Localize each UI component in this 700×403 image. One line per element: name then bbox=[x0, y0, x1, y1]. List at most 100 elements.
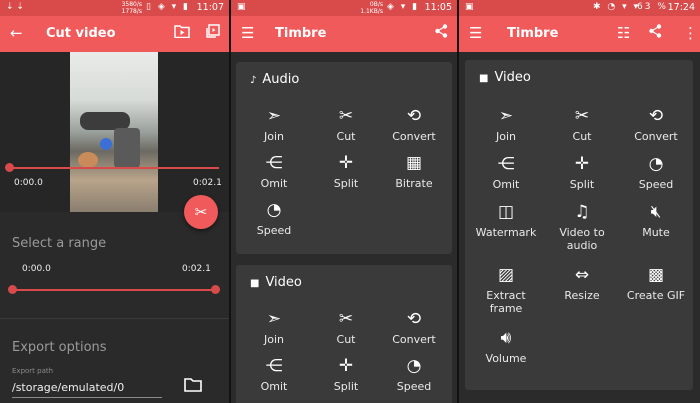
scissors-icon: ✂ bbox=[574, 106, 590, 126]
range-start-handle[interactable] bbox=[8, 285, 17, 294]
video-card-title: ■ Video bbox=[250, 275, 302, 290]
export-path-input[interactable]: /storage/emulated/0 bbox=[12, 381, 124, 394]
video-library-icon[interactable] bbox=[206, 24, 220, 42]
tool-omit[interactable]: ⋲ Omit bbox=[237, 356, 311, 393]
tool-split[interactable]: ✛ Split bbox=[309, 153, 383, 190]
folder-icon[interactable] bbox=[184, 377, 202, 392]
image-icon: ▨ bbox=[497, 265, 515, 285]
bitrate-icon: ▦ bbox=[405, 153, 423, 173]
video-camera-icon: ■ bbox=[250, 278, 260, 289]
tool-label: Create GIF bbox=[626, 289, 686, 302]
network-speed: 3580/s 1778/s bbox=[121, 1, 142, 15]
video-folder-icon[interactable] bbox=[174, 24, 190, 42]
tool-extract-frame[interactable]: ▨ Extract frame bbox=[469, 265, 543, 315]
tool-label: Omit bbox=[260, 177, 288, 190]
tool-label: Omit bbox=[260, 380, 288, 393]
tool-label: Extract frame bbox=[486, 289, 526, 315]
tool-label: Speed bbox=[638, 178, 674, 191]
tool-label: Join bbox=[495, 130, 516, 143]
tool-split[interactable]: ✛ Split bbox=[309, 356, 383, 393]
tool-cut[interactable]: ✂ Cut bbox=[309, 106, 383, 143]
download-icon: ⇣ ⇣ bbox=[6, 2, 24, 12]
tool-cut[interactable]: ✂ Cut bbox=[545, 106, 619, 143]
mute-icon: 🔇︎ bbox=[650, 202, 662, 222]
tool-label: Convert bbox=[392, 333, 436, 346]
tool-video-to-audio[interactable]: ♫ Video to audio bbox=[545, 202, 619, 252]
convert-icon: ⟲ bbox=[406, 106, 422, 126]
tool-label: Convert bbox=[634, 130, 678, 143]
scissors-icon: ✂ bbox=[338, 106, 354, 126]
scissors-icon: ✂ bbox=[338, 309, 354, 329]
tool-label: Split bbox=[333, 380, 359, 393]
tool-mute[interactable]: 🔇︎ Mute bbox=[619, 202, 693, 239]
range-slider[interactable] bbox=[12, 289, 216, 291]
gif-icon: ▩ bbox=[647, 265, 665, 285]
tool-split[interactable]: ✛ Split bbox=[545, 154, 619, 191]
tool-label: Volume bbox=[485, 352, 527, 365]
tool-speed[interactable]: ◔ Speed bbox=[619, 154, 693, 191]
split-icon: ✛ bbox=[338, 153, 354, 173]
tool-join[interactable]: ➣ Join bbox=[469, 106, 543, 143]
tool-omit[interactable]: ⋲ Omit bbox=[469, 154, 543, 191]
tool-label: Speed bbox=[256, 224, 292, 237]
video-seek-bar[interactable] bbox=[8, 167, 219, 169]
status-bar: ▣ ✱ ◔ ▾ ▾ 63 % 17:24 bbox=[459, 0, 700, 16]
page-title: Cut video bbox=[46, 26, 116, 41]
app-bar: ☰ Timbre bbox=[231, 16, 457, 52]
tool-label: Join bbox=[263, 333, 284, 346]
tool-create-gif[interactable]: ▩ Create GIF bbox=[619, 265, 693, 302]
timbre-screen-video: ▣ ✱ ◔ ▾ ▾ 63 % 17:24 ☰ Timbre ☷ ⋮ ■ Video… bbox=[459, 0, 700, 403]
tool-speed[interactable]: ◔ Speed bbox=[377, 356, 451, 393]
share-icon[interactable] bbox=[435, 24, 448, 42]
tool-bitrate[interactable]: ▦ Bitrate bbox=[377, 153, 451, 190]
tool-label: Watermark bbox=[475, 226, 537, 239]
resize-icon: ⇔ bbox=[574, 265, 590, 285]
seek-handle[interactable] bbox=[5, 163, 14, 172]
convert-icon: ⟲ bbox=[406, 309, 422, 329]
tool-label: Mute bbox=[642, 226, 670, 239]
menu-icon[interactable]: ☰ bbox=[241, 24, 254, 42]
share-icon[interactable] bbox=[649, 24, 662, 42]
menu-icon[interactable]: ☰ bbox=[469, 24, 482, 42]
video-preview[interactable] bbox=[0, 52, 229, 212]
app-bar: ☰ Timbre ☷ ⋮ bbox=[459, 16, 700, 52]
join-icon: ➣ bbox=[266, 106, 282, 126]
status-icons: ◈ ▾ ▮ bbox=[387, 2, 420, 12]
tool-join[interactable]: ➣ Join bbox=[237, 106, 311, 143]
tool-label: Video to audio bbox=[559, 226, 605, 252]
image-notification-icon: ▣ bbox=[237, 2, 246, 12]
video-start-time: 0:00.0 bbox=[14, 178, 43, 188]
tool-omit[interactable]: ⋲ Omit bbox=[237, 153, 311, 190]
tool-join[interactable]: ➣ Join bbox=[237, 309, 311, 346]
tool-convert[interactable]: ⟲ Convert bbox=[619, 106, 693, 143]
video-card: ■ Video ➣ Join ✂ Cut ⟲ Convert ⋲ Omit ✛ Split ◔ Spee… bbox=[465, 60, 693, 390]
tool-cut[interactable]: ✂ Cut bbox=[309, 309, 383, 346]
tool-label: Omit bbox=[492, 178, 520, 191]
more-vert-icon[interactable]: ⋮ bbox=[683, 24, 698, 42]
scissors-icon: ✂ bbox=[194, 203, 208, 221]
tool-convert[interactable]: ⟲ Convert bbox=[377, 309, 451, 346]
app-title: Timbre bbox=[507, 26, 559, 41]
list-icon[interactable]: ☷ bbox=[617, 24, 630, 42]
omit-icon: ⋲ bbox=[265, 356, 283, 376]
omit-icon: ⋲ bbox=[497, 154, 515, 174]
tool-speed[interactable]: ◔ Speed bbox=[237, 200, 311, 237]
omit-icon: ⋲ bbox=[265, 153, 283, 173]
tool-label: Convert bbox=[392, 130, 436, 143]
tool-watermark[interactable]: ◫ Watermark bbox=[469, 202, 543, 239]
music-note-icon: ♪ bbox=[250, 75, 257, 86]
tool-resize[interactable]: ⇔ Resize bbox=[545, 265, 619, 302]
join-icon: ➣ bbox=[266, 309, 282, 329]
tool-label: Split bbox=[333, 177, 359, 190]
cut-fab-button[interactable]: ✂ bbox=[184, 195, 218, 229]
volume-icon: 🔊︎ bbox=[500, 328, 512, 348]
video-card-title: ■ Video bbox=[479, 70, 531, 85]
speed-icon: ◔ bbox=[648, 154, 664, 174]
range-end-handle[interactable] bbox=[211, 285, 220, 294]
app-bar: ← Cut video bbox=[0, 16, 229, 52]
back-arrow-icon[interactable]: ← bbox=[10, 24, 23, 42]
status-time: 11:07 bbox=[196, 2, 224, 13]
watermark-icon: ◫ bbox=[497, 202, 515, 222]
tool-volume[interactable]: 🔊︎ Volume bbox=[469, 328, 543, 365]
tool-convert[interactable]: ⟲ Convert bbox=[377, 106, 451, 143]
